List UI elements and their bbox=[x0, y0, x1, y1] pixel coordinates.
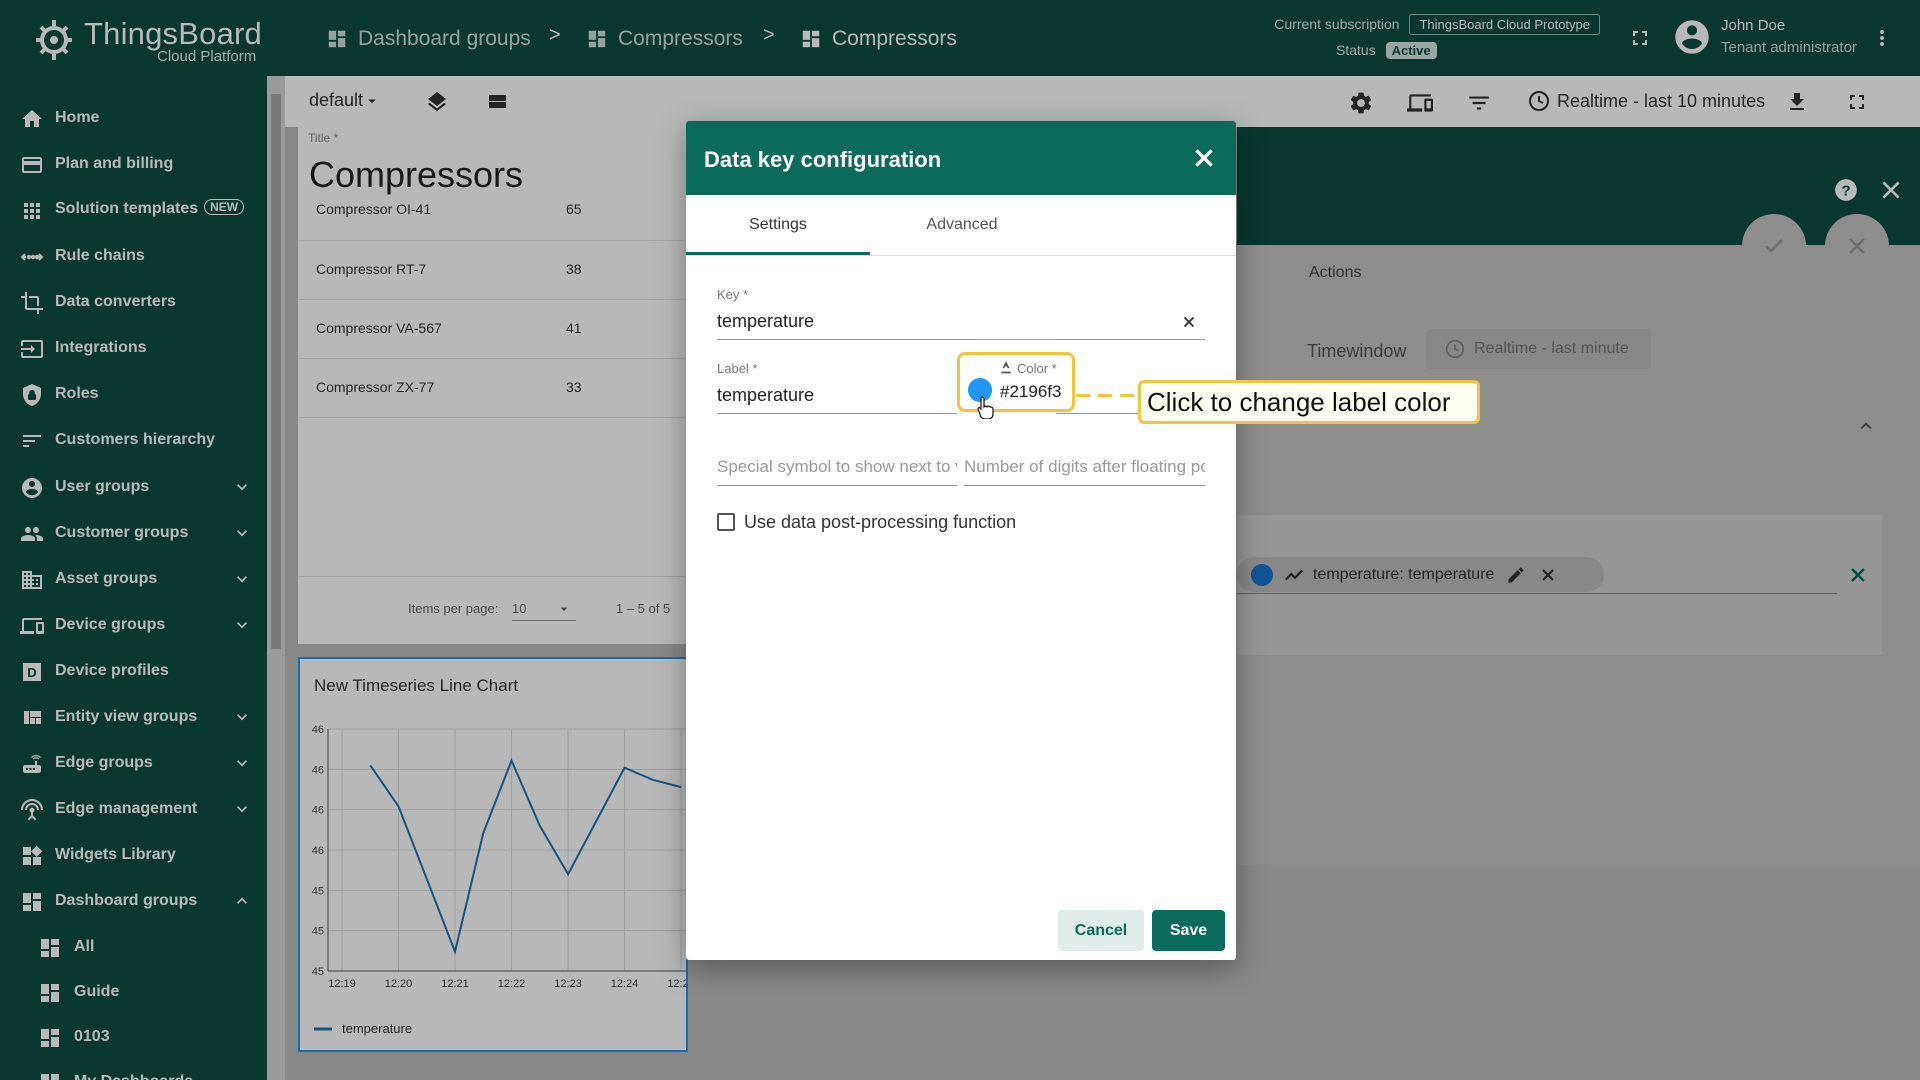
postprocessing-checkbox[interactable] bbox=[717, 513, 735, 531]
tooltip: Click to change label color bbox=[1138, 380, 1480, 424]
color-field-label: Color * bbox=[1017, 361, 1057, 376]
format-color-icon bbox=[1001, 361, 1011, 374]
units-input[interactable]: Special symbol to show next to value bbox=[717, 457, 957, 477]
cancel-button[interactable]: Cancel bbox=[1058, 910, 1144, 951]
decimals-input[interactable]: Number of digits after floating point bbox=[964, 457, 1205, 477]
key-field-label: Key * bbox=[717, 287, 749, 302]
tab-settings[interactable]: Settings bbox=[686, 195, 870, 255]
postprocessing-label: Use data post-processing function bbox=[744, 512, 1017, 532]
data-key-config-dialog: Data key configuration Settings Advanced… bbox=[686, 121, 1236, 960]
key-input[interactable]: temperature bbox=[717, 311, 814, 332]
color-value[interactable]: #2196f3 bbox=[1000, 382, 1061, 402]
hand-cursor-icon bbox=[977, 396, 994, 419]
close-icon[interactable] bbox=[1191, 145, 1217, 171]
clear-icon[interactable] bbox=[1180, 313, 1198, 331]
label-input[interactable]: temperature bbox=[717, 385, 814, 406]
tooltip-connector bbox=[1076, 394, 1138, 397]
dialog-title: Data key configuration bbox=[704, 147, 942, 172]
dialog-header: Data key configuration bbox=[686, 121, 1236, 195]
color-field[interactable]: Color * #2196f3 bbox=[957, 352, 1075, 419]
key-underline bbox=[717, 339, 1205, 340]
tab-divider bbox=[686, 255, 1236, 256]
label-underline bbox=[717, 413, 957, 414]
label-field-label: Label * bbox=[717, 361, 758, 376]
tab-advanced[interactable]: Advanced bbox=[870, 195, 1054, 255]
units-underline bbox=[717, 485, 957, 486]
decimals-underline bbox=[964, 485, 1205, 486]
save-button[interactable]: Save bbox=[1152, 910, 1225, 951]
